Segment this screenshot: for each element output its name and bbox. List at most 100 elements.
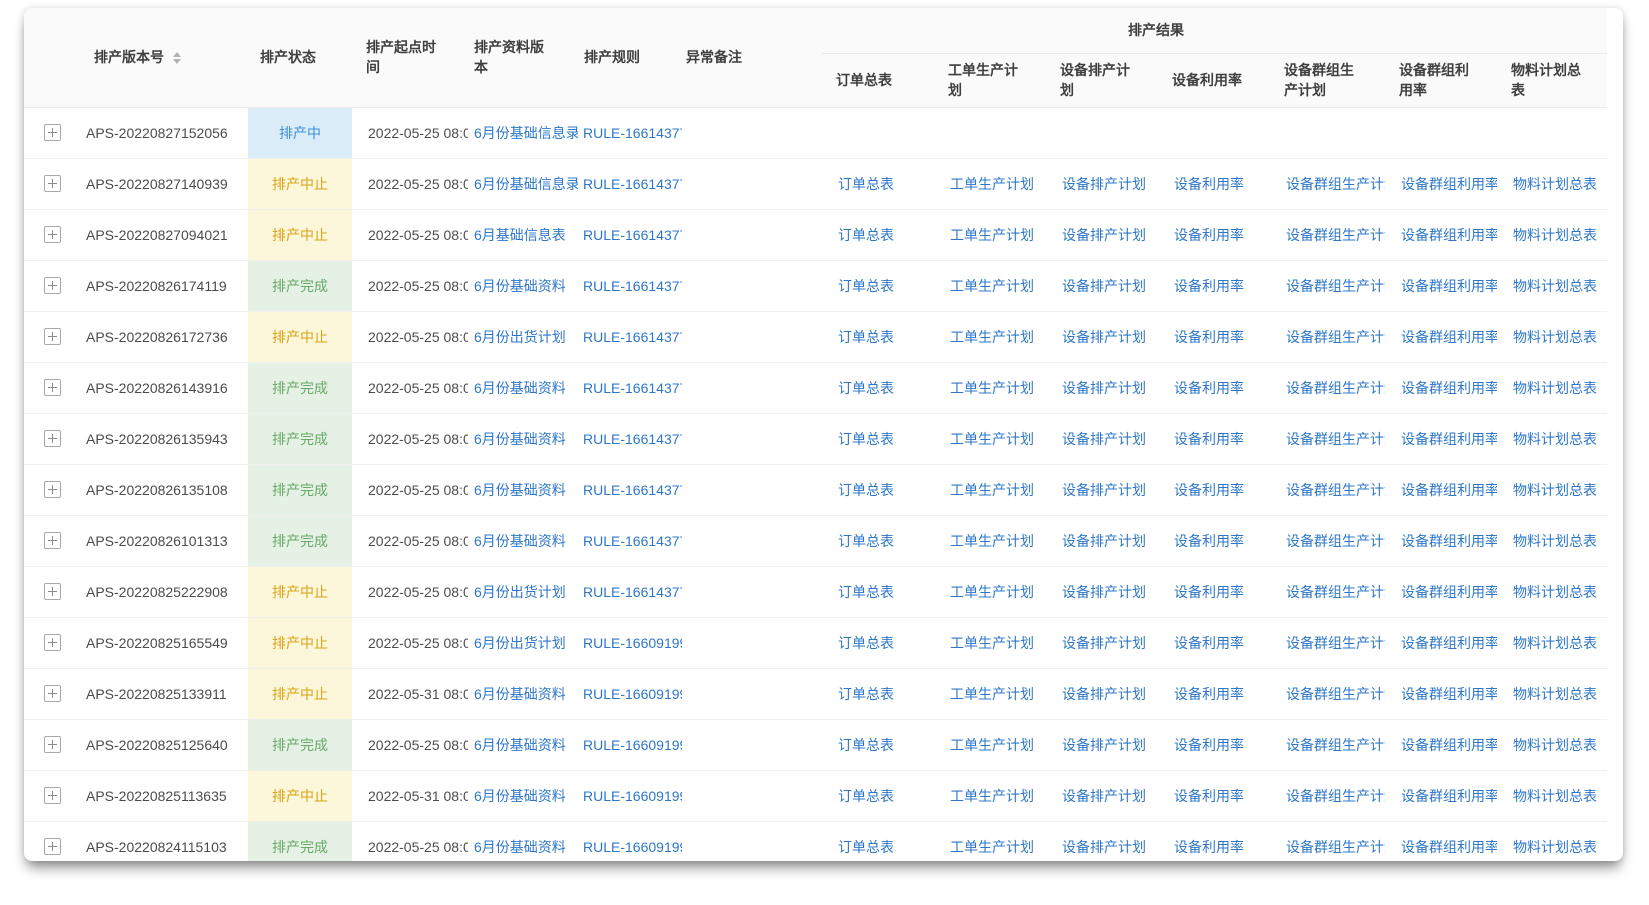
equipment-group-plan-link[interactable]: 设备群组生产计划 bbox=[1286, 839, 1385, 855]
equipment-schedule-link[interactable]: 设备排产计划 bbox=[1062, 839, 1146, 855]
data-version-link[interactable]: 6月份基础资料 bbox=[474, 788, 566, 804]
equipment-schedule-link[interactable]: 设备排产计划 bbox=[1062, 584, 1146, 600]
equipment-group-plan-link[interactable]: 设备群组生产计划 bbox=[1286, 227, 1385, 243]
order-summary-link[interactable]: 订单总表 bbox=[838, 788, 894, 804]
equipment-utilization-link[interactable]: 设备利用率 bbox=[1174, 482, 1244, 498]
equipment-utilization-link[interactable]: 设备利用率 bbox=[1174, 176, 1244, 192]
order-summary-link[interactable]: 订单总表 bbox=[838, 533, 894, 549]
equipment-utilization-link[interactable]: 设备利用率 bbox=[1174, 788, 1244, 804]
rule-link[interactable]: RULE-166143771 bbox=[583, 278, 682, 294]
equipment-group-plan-link[interactable]: 设备群组生产计划 bbox=[1286, 584, 1385, 600]
material-plan-link[interactable]: 物料计划总表 bbox=[1513, 686, 1597, 702]
equipment-utilization-link[interactable]: 设备利用率 bbox=[1174, 329, 1244, 345]
equipment-group-utilization-link[interactable]: 设备群组利用率 bbox=[1401, 635, 1497, 651]
rule-link[interactable]: RULE-166091998 bbox=[583, 686, 682, 702]
equipment-group-utilization-link[interactable]: 设备群组利用率 bbox=[1401, 380, 1497, 396]
equipment-schedule-link[interactable]: 设备排产计划 bbox=[1062, 737, 1146, 753]
order-summary-link[interactable]: 订单总表 bbox=[838, 686, 894, 702]
expand-row-button[interactable] bbox=[44, 328, 61, 345]
equipment-schedule-link[interactable]: 设备排产计划 bbox=[1062, 431, 1146, 447]
data-version-link[interactable]: 6月份基础资料 bbox=[474, 278, 566, 294]
rule-link[interactable]: RULE-166143771 bbox=[583, 380, 682, 396]
equipment-utilization-link[interactable]: 设备利用率 bbox=[1174, 686, 1244, 702]
expand-row-button[interactable] bbox=[44, 634, 61, 651]
material-plan-link[interactable]: 物料计划总表 bbox=[1513, 278, 1597, 294]
equipment-group-plan-link[interactable]: 设备群组生产计划 bbox=[1286, 431, 1385, 447]
rule-link[interactable]: RULE-166143771 bbox=[583, 125, 682, 141]
equipment-utilization-link[interactable]: 设备利用率 bbox=[1174, 635, 1244, 651]
equipment-utilization-link[interactable]: 设备利用率 bbox=[1174, 278, 1244, 294]
rule-link[interactable]: RULE-166091998 bbox=[583, 788, 682, 804]
data-version-link[interactable]: 6月份基础资料 bbox=[474, 686, 566, 702]
rule-link[interactable]: RULE-166143771 bbox=[583, 329, 682, 345]
equipment-group-plan-link[interactable]: 设备群组生产计划 bbox=[1286, 329, 1385, 345]
work-order-plan-link[interactable]: 工单生产计划 bbox=[950, 227, 1034, 243]
equipment-group-utilization-link[interactable]: 设备群组利用率 bbox=[1401, 482, 1497, 498]
expand-row-button[interactable] bbox=[44, 226, 61, 243]
equipment-group-plan-link[interactable]: 设备群组生产计划 bbox=[1286, 635, 1385, 651]
material-plan-link[interactable]: 物料计划总表 bbox=[1513, 533, 1597, 549]
material-plan-link[interactable]: 物料计划总表 bbox=[1513, 584, 1597, 600]
rule-link[interactable]: RULE-166143771 bbox=[583, 176, 682, 192]
work-order-plan-link[interactable]: 工单生产计划 bbox=[950, 380, 1034, 396]
order-summary-link[interactable]: 订单总表 bbox=[838, 431, 894, 447]
equipment-group-plan-link[interactable]: 设备群组生产计划 bbox=[1286, 482, 1385, 498]
caret-sort-icon[interactable] bbox=[173, 52, 181, 64]
equipment-group-plan-link[interactable]: 设备群组生产计划 bbox=[1286, 278, 1385, 294]
order-summary-link[interactable]: 订单总表 bbox=[838, 635, 894, 651]
work-order-plan-link[interactable]: 工单生产计划 bbox=[950, 839, 1034, 855]
expand-row-button[interactable] bbox=[44, 481, 61, 498]
equipment-group-utilization-link[interactable]: 设备群组利用率 bbox=[1401, 278, 1497, 294]
order-summary-link[interactable]: 订单总表 bbox=[838, 278, 894, 294]
equipment-group-utilization-link[interactable]: 设备群组利用率 bbox=[1401, 533, 1497, 549]
work-order-plan-link[interactable]: 工单生产计划 bbox=[950, 686, 1034, 702]
expand-row-button[interactable] bbox=[44, 430, 61, 447]
order-summary-link[interactable]: 订单总表 bbox=[838, 839, 894, 855]
expand-row-button[interactable] bbox=[44, 685, 61, 702]
equipment-utilization-link[interactable]: 设备利用率 bbox=[1174, 533, 1244, 549]
material-plan-link[interactable]: 物料计划总表 bbox=[1513, 635, 1597, 651]
rule-link[interactable]: RULE-166143771 bbox=[583, 431, 682, 447]
equipment-group-utilization-link[interactable]: 设备群组利用率 bbox=[1401, 788, 1497, 804]
data-version-link[interactable]: 6月份基础资料 bbox=[474, 482, 566, 498]
equipment-group-plan-link[interactable]: 设备群组生产计划 bbox=[1286, 788, 1385, 804]
material-plan-link[interactable]: 物料计划总表 bbox=[1513, 380, 1597, 396]
equipment-schedule-link[interactable]: 设备排产计划 bbox=[1062, 176, 1146, 192]
rule-link[interactable]: RULE-166143771 bbox=[583, 584, 682, 600]
equipment-group-plan-link[interactable]: 设备群组生产计划 bbox=[1286, 533, 1385, 549]
equipment-group-utilization-link[interactable]: 设备群组利用率 bbox=[1401, 737, 1497, 753]
rule-link[interactable]: RULE-166143771 bbox=[583, 482, 682, 498]
order-summary-link[interactable]: 订单总表 bbox=[838, 176, 894, 192]
rule-link[interactable]: RULE-166091998 bbox=[583, 839, 682, 855]
equipment-utilization-link[interactable]: 设备利用率 bbox=[1174, 380, 1244, 396]
equipment-utilization-link[interactable]: 设备利用率 bbox=[1174, 737, 1244, 753]
work-order-plan-link[interactable]: 工单生产计划 bbox=[950, 533, 1034, 549]
work-order-plan-link[interactable]: 工单生产计划 bbox=[950, 278, 1034, 294]
expand-row-button[interactable] bbox=[44, 175, 61, 192]
data-version-link[interactable]: 6月份基础资料 bbox=[474, 839, 566, 855]
order-summary-link[interactable]: 订单总表 bbox=[838, 329, 894, 345]
work-order-plan-link[interactable]: 工单生产计划 bbox=[950, 431, 1034, 447]
rule-link[interactable]: RULE-166143771 bbox=[583, 533, 682, 549]
work-order-plan-link[interactable]: 工单生产计划 bbox=[950, 788, 1034, 804]
equipment-utilization-link[interactable]: 设备利用率 bbox=[1174, 227, 1244, 243]
equipment-schedule-link[interactable]: 设备排产计划 bbox=[1062, 380, 1146, 396]
material-plan-link[interactable]: 物料计划总表 bbox=[1513, 176, 1597, 192]
expand-row-button[interactable] bbox=[44, 379, 61, 396]
equipment-group-utilization-link[interactable]: 设备群组利用率 bbox=[1401, 431, 1497, 447]
work-order-plan-link[interactable]: 工单生产计划 bbox=[950, 635, 1034, 651]
rule-link[interactable]: RULE-166091998 bbox=[583, 737, 682, 753]
work-order-plan-link[interactable]: 工单生产计划 bbox=[950, 329, 1034, 345]
data-version-link[interactable]: 6月基础信息表 bbox=[474, 227, 566, 243]
equipment-utilization-link[interactable]: 设备利用率 bbox=[1174, 839, 1244, 855]
order-summary-link[interactable]: 订单总表 bbox=[838, 380, 894, 396]
work-order-plan-link[interactable]: 工单生产计划 bbox=[950, 482, 1034, 498]
data-version-link[interactable]: 6月份基础信息录入 bbox=[474, 176, 578, 192]
expand-row-button[interactable] bbox=[44, 736, 61, 753]
equipment-group-utilization-link[interactable]: 设备群组利用率 bbox=[1401, 329, 1497, 345]
order-summary-link[interactable]: 订单总表 bbox=[838, 737, 894, 753]
order-summary-link[interactable]: 订单总表 bbox=[838, 482, 894, 498]
equipment-group-plan-link[interactable]: 设备群组生产计划 bbox=[1286, 380, 1385, 396]
equipment-utilization-link[interactable]: 设备利用率 bbox=[1174, 431, 1244, 447]
material-plan-link[interactable]: 物料计划总表 bbox=[1513, 788, 1597, 804]
